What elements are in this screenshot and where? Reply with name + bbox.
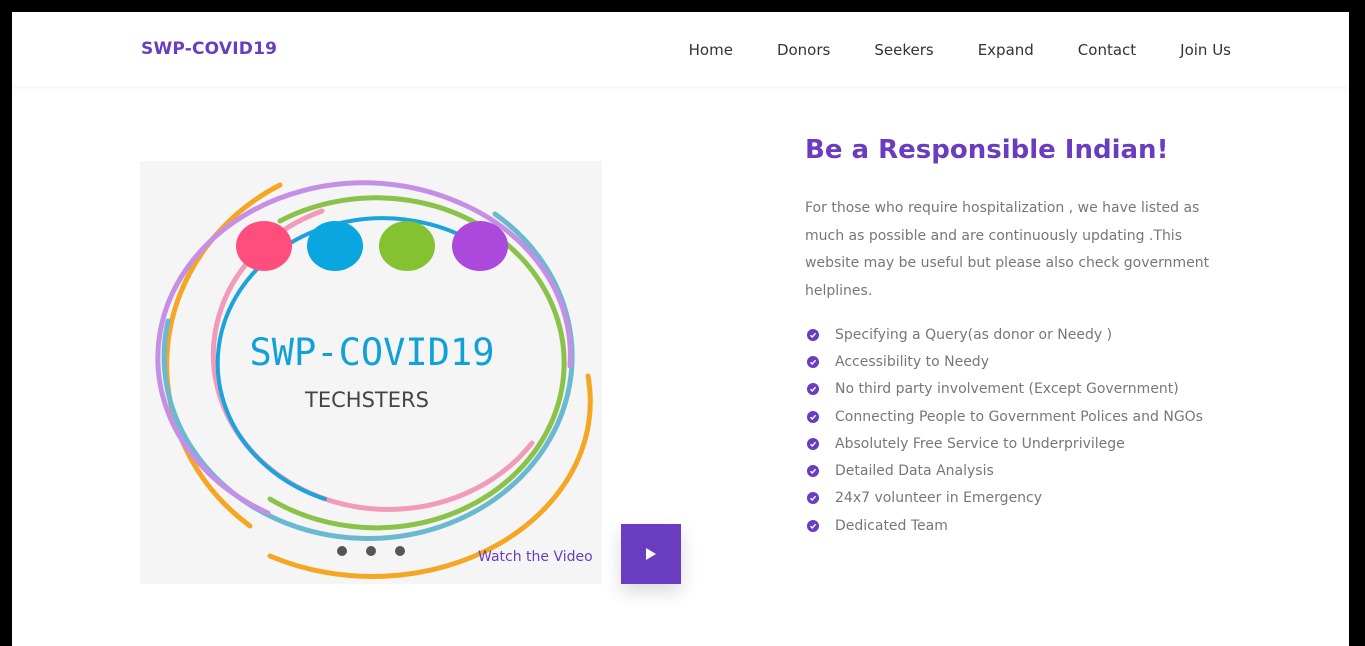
feature-item: No third party involvement (Except Gover…: [807, 376, 1203, 403]
logo-dot-green: [379, 221, 435, 271]
feature-label: Specifying a Query(as donor or Needy ): [835, 326, 1113, 343]
feature-label: Absolutely Free Service to Underprivileg…: [835, 435, 1125, 452]
logo-bottom-dot-1: [337, 546, 347, 556]
navbar: SWP-COVID19 Home Donors Seekers Expand C…: [12, 12, 1349, 86]
description-text: For those who require hospitalization , …: [805, 200, 1210, 299]
nav-contact[interactable]: Contact: [1078, 41, 1136, 59]
play-icon: [646, 548, 656, 560]
feature-item: Connecting People to Government Polices …: [807, 403, 1203, 430]
logo-dot-blue: [307, 221, 363, 271]
nav-menu: Home Donors Seekers Expand Contact Join …: [645, 41, 1231, 59]
check-circle-icon: [807, 328, 819, 341]
brand-logo[interactable]: SWP-COVID19: [141, 39, 277, 59]
feature-item: Dedicated Team: [807, 512, 1203, 539]
watch-video-link[interactable]: Watch the Video: [478, 549, 593, 565]
feature-label: Detailed Data Analysis: [835, 463, 994, 480]
check-circle-icon: [807, 383, 819, 396]
check-circle-icon: [807, 355, 819, 368]
check-circle-icon: [807, 437, 819, 450]
logo-bottom-dot-2: [366, 546, 376, 556]
feature-item: Absolutely Free Service to Underprivileg…: [807, 430, 1203, 457]
video-thumbnail: SWP-COVID19 TECHSTERS: [140, 161, 602, 584]
check-circle-icon: [807, 465, 819, 478]
feature-label: Dedicated Team: [835, 517, 948, 534]
logo-subtitle: TECHSTERS: [304, 388, 429, 412]
check-circle-icon: [807, 519, 819, 532]
feature-label: Connecting People to Government Polices …: [835, 408, 1203, 425]
logo-dot-purple: [452, 221, 508, 271]
nav-expand[interactable]: Expand: [978, 41, 1034, 59]
feature-item: 24x7 volunteer in Emergency: [807, 485, 1203, 512]
feature-list: Specifying a Query(as donor or Needy ) A…: [807, 321, 1203, 539]
logo-bottom-dot-3: [395, 546, 405, 556]
feature-item: Specifying a Query(as donor or Needy ): [807, 321, 1203, 348]
feature-label: Accessibility to Needy: [835, 353, 989, 370]
logo-image: SWP-COVID19 TECHSTERS: [155, 180, 593, 579]
logo-title: SWP-COVID19: [249, 331, 494, 374]
feature-item: Accessibility to Needy: [807, 348, 1203, 375]
page-title: Be a Responsible Indian!: [805, 135, 1169, 165]
nav-donors[interactable]: Donors: [777, 41, 830, 59]
page-frame: SWP-COVID19 Home Donors Seekers Expand C…: [12, 12, 1349, 646]
nav-join-us[interactable]: Join Us: [1180, 41, 1231, 59]
check-circle-icon: [807, 492, 819, 505]
check-circle-icon: [807, 410, 819, 423]
feature-label: 24x7 volunteer in Emergency: [835, 490, 1043, 507]
feature-item: Detailed Data Analysis: [807, 457, 1203, 484]
logo-dot-pink: [236, 221, 292, 271]
nav-seekers[interactable]: Seekers: [874, 41, 933, 59]
feature-label: No third party involvement (Except Gover…: [835, 381, 1179, 398]
nav-home[interactable]: Home: [689, 41, 733, 59]
play-button[interactable]: [621, 524, 681, 584]
